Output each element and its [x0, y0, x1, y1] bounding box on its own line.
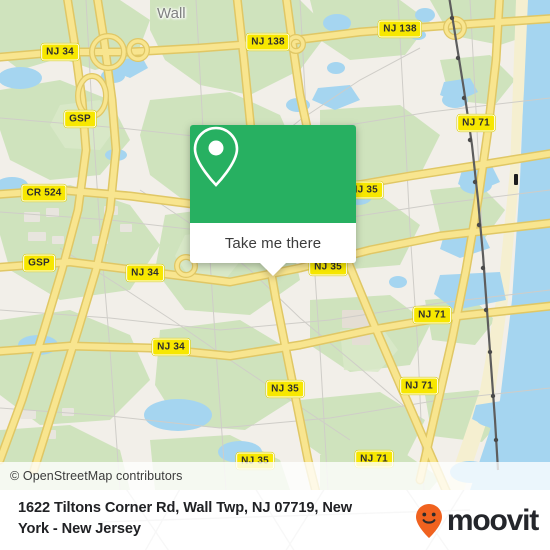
highway-shield: NJ 34 — [152, 338, 190, 356]
take-me-there-label: Take me there — [224, 234, 322, 252]
address-line-1: 1622 Tiltons Corner Rd, Wall Twp, NJ 077… — [18, 500, 353, 516]
map-pin-icon — [193, 126, 239, 187]
highway-shield: NJ 34 — [126, 264, 164, 282]
moovit-logo[interactable]: moovit — [414, 503, 539, 539]
popup-action-bar[interactable]: Take me there — [190, 223, 356, 263]
highway-shield: NJ 138 — [378, 20, 422, 38]
popup-tail-pointer — [260, 263, 286, 276]
highway-shield: NJ 71 — [413, 306, 451, 324]
osm-attribution-text: © OpenStreetMap contributors — [10, 469, 183, 483]
moovit-pin-icon — [415, 504, 442, 538]
map-canvas[interactable]: Wall NJ 34 NJ 138 NJ 138 GSP NJ 71 CR 524 NJ 3… — [0, 0, 550, 490]
highway-shield: GSP — [64, 110, 96, 128]
osm-attribution-bar: © OpenStreetMap contributors — [0, 462, 550, 490]
destination-popup-card[interactable]: Take me there — [190, 125, 356, 276]
address-line-2: York - New Jersey — [18, 521, 141, 537]
highway-shield: NJ 138 — [246, 33, 290, 51]
highway-shield: NJ 71 — [457, 114, 495, 132]
popup-header — [190, 125, 356, 223]
moovit-map-screenshot: Wall NJ 34 NJ 138 NJ 138 GSP NJ 71 CR 524 NJ 3… — [0, 0, 550, 550]
highway-shield: NJ 35 — [266, 380, 304, 398]
highway-shield: NJ 34 — [41, 43, 79, 61]
address-text: 1622 Tiltons Corner Rd, Wall Twp, NJ 077… — [18, 498, 378, 540]
footer-bar: 1622 Tiltons Corner Rd, Wall Twp, NJ 077… — [0, 490, 550, 550]
highway-shield: CR 524 — [21, 184, 67, 202]
moovit-wordmark: moovit — [446, 504, 539, 537]
highway-shield: NJ 71 — [400, 377, 438, 395]
highway-shield: GSP — [23, 254, 55, 272]
